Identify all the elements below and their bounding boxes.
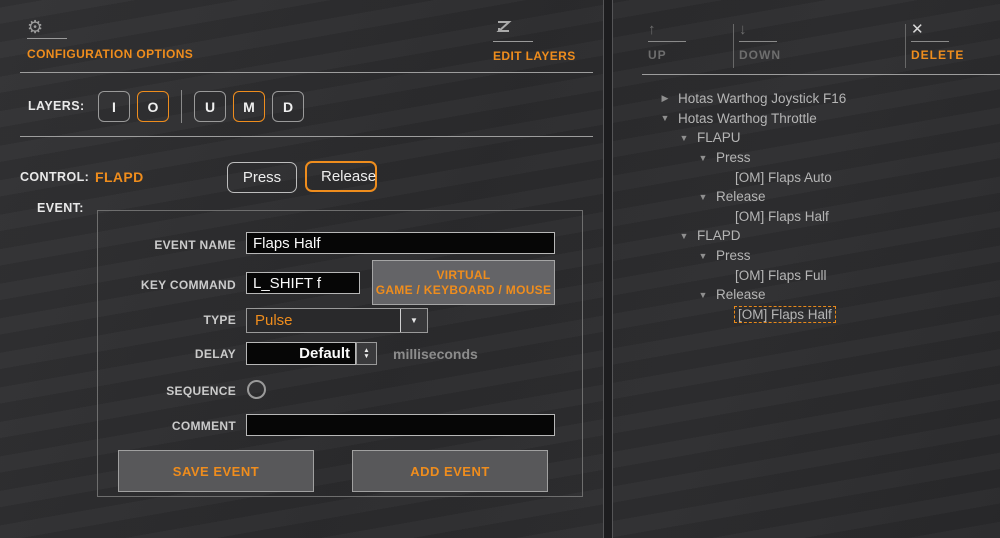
tree-item-label[interactable]: [OM] Flaps Auto — [735, 170, 832, 185]
event-name-input[interactable] — [246, 232, 555, 254]
configuration-options-label: CONFIGURATION OPTIONS — [27, 47, 194, 61]
type-select-arrow-zone[interactable]: ▼ — [400, 309, 427, 332]
virtual-button-line2: GAME / KEYBOARD / MOUSE — [375, 282, 552, 297]
delete-label: DELETE — [911, 48, 965, 62]
tree-item[interactable]: ▼ FLAPD — [640, 226, 1000, 246]
panel-divider-gap — [604, 0, 612, 538]
down-underline — [739, 41, 777, 42]
virtual-button-line1: VIRTUAL — [436, 267, 491, 282]
tree-expand-arrow-icon[interactable]: ▶ — [658, 93, 672, 104]
tree-item-label[interactable]: Release — [716, 189, 766, 204]
layer-button-i[interactable]: I — [98, 91, 130, 122]
configuration-options-button[interactable]: ⚙ CONFIGURATION OPTIONS — [27, 18, 193, 61]
app-window: ⚙ CONFIGURATION OPTIONS EDIT LAYERS LAYE… — [0, 0, 1000, 538]
tree-item-label[interactable]: FLAPU — [697, 130, 741, 145]
chevron-down-icon: ▼ — [410, 316, 418, 325]
tree-expand-arrow-icon[interactable]: ▼ — [696, 153, 710, 163]
tree-item[interactable]: [OM] Flaps Half — [640, 305, 1000, 325]
event-name-label: EVENT NAME — [154, 238, 236, 252]
tree-item-label[interactable]: FLAPD — [697, 228, 741, 243]
panel-divider-right-line — [612, 0, 613, 538]
up-arrow-icon: ↑ — [648, 21, 656, 38]
edit-layers-underline — [493, 41, 533, 42]
toolbar-separator-2 — [905, 24, 906, 68]
delete-button[interactable]: ✕ DELETE — [911, 22, 964, 62]
assignment-tree: ▶ Hotas Warthog Joystick F16 ▼ Hotas Wartho… — [640, 89, 1000, 324]
tree-item[interactable]: ▼ Press — [640, 246, 1000, 266]
tree-item-label[interactable]: [OM] Flaps Half — [734, 305, 836, 323]
up-underline — [648, 41, 686, 42]
down-arrow-icon: ↓ — [739, 21, 747, 38]
tree-item-label[interactable]: [OM] Flaps Full — [735, 268, 827, 283]
key-command-input[interactable] — [246, 272, 360, 294]
header-divider — [20, 72, 593, 73]
tree-item[interactable]: ▶ Hotas Warthog Joystick F16 — [640, 89, 1000, 109]
layer-button-u[interactable]: U — [194, 91, 226, 122]
layer-button-o[interactable]: O — [137, 91, 169, 122]
release-button[interactable]: Release — [305, 161, 377, 192]
tree-item-label[interactable]: Press — [716, 248, 751, 263]
tree-item-label[interactable]: Press — [716, 150, 751, 165]
down-label: DOWN — [739, 48, 781, 62]
tree-item[interactable]: [OM] Flaps Auto — [640, 167, 1000, 187]
edit-layers-icon[interactable] — [493, 20, 513, 35]
tree-header-divider — [642, 74, 1000, 75]
event-form-panel: EVENT NAME KEY COMMAND VIRTUAL GAME / KE… — [97, 210, 583, 497]
key-command-label: KEY COMMAND — [140, 278, 236, 292]
delete-underline — [911, 41, 949, 42]
delay-spinner[interactable]: ▲ ▼ — [356, 342, 377, 365]
delay-unit-label: milliseconds — [393, 346, 478, 362]
tree-expand-arrow-icon[interactable]: ▼ — [696, 251, 710, 261]
control-value: FLAPD — [95, 169, 144, 185]
tree-item-label[interactable]: Hotas Warthog Joystick F16 — [678, 91, 846, 106]
delete-x-icon: ✕ — [911, 21, 924, 38]
tree-item-label[interactable]: [OM] Flaps Half — [735, 209, 829, 224]
tree-item[interactable]: ▼ Release — [640, 187, 1000, 207]
delay-input[interactable] — [246, 342, 356, 365]
gear-underline — [27, 38, 67, 39]
type-select[interactable]: Pulse ▼ — [246, 308, 428, 333]
up-label: UP — [648, 48, 667, 62]
press-button[interactable]: Press — [227, 162, 297, 193]
control-label: CONTROL: — [20, 170, 90, 184]
toolbar-separator — [733, 24, 734, 68]
tree-item[interactable]: ▼ Press — [640, 148, 1000, 168]
type-label: TYPE — [203, 313, 236, 327]
sequence-radio[interactable] — [247, 380, 266, 399]
tree-expand-arrow-icon[interactable]: ▼ — [696, 192, 710, 202]
delay-label: DELAY — [194, 347, 236, 361]
tree-expand-arrow-icon[interactable]: ▼ — [677, 133, 691, 143]
tree-item-label[interactable]: Hotas Warthog Throttle — [678, 111, 817, 126]
sequence-label: SEQUENCE — [166, 384, 236, 398]
type-select-value: Pulse — [255, 312, 293, 329]
gear-icon[interactable]: ⚙ — [27, 18, 193, 36]
tree-item[interactable]: [OM] Flaps Half — [640, 207, 1000, 227]
tree-expand-arrow-icon[interactable]: ▼ — [658, 113, 672, 123]
layer-button-d[interactable]: D — [272, 91, 304, 122]
tree-item[interactable]: [OM] Flaps Full — [640, 265, 1000, 285]
layers-label: LAYERS: — [28, 99, 85, 113]
tree-expand-arrow-icon[interactable]: ▼ — [677, 231, 691, 241]
control-value-text: FLAPD — [95, 169, 144, 185]
layers-divider — [20, 136, 593, 137]
move-down-button[interactable]: ↓ DOWN — [739, 22, 781, 62]
virtual-game-keyboard-mouse-button[interactable]: VIRTUAL GAME / KEYBOARD / MOUSE — [372, 260, 555, 305]
edit-layers-label: EDIT LAYERS — [493, 49, 576, 63]
event-label: EVENT: — [37, 201, 84, 215]
tree-item[interactable]: ▼ FLAPU — [640, 128, 1000, 148]
tree-item[interactable]: ▼ Release — [640, 285, 1000, 305]
save-event-button[interactable]: SAVE EVENT — [118, 450, 314, 492]
layer-button-m[interactable]: M — [233, 91, 265, 122]
move-up-button[interactable]: ↑ UP — [648, 22, 686, 62]
layer-group-divider — [181, 90, 182, 123]
tree-item-label[interactable]: Release — [716, 287, 766, 302]
layer-button-group: IOUMD — [98, 90, 311, 123]
add-event-button[interactable]: ADD EVENT — [352, 450, 548, 492]
tree-expand-arrow-icon[interactable]: ▼ — [696, 290, 710, 300]
spinner-down-icon[interactable]: ▼ — [363, 353, 369, 360]
comment-label: COMMENT — [171, 419, 236, 433]
edit-layers-button[interactable]: EDIT LAYERS — [493, 20, 576, 63]
tree-item[interactable]: ▼ Hotas Warthog Throttle — [640, 109, 1000, 129]
comment-input[interactable] — [246, 414, 555, 436]
